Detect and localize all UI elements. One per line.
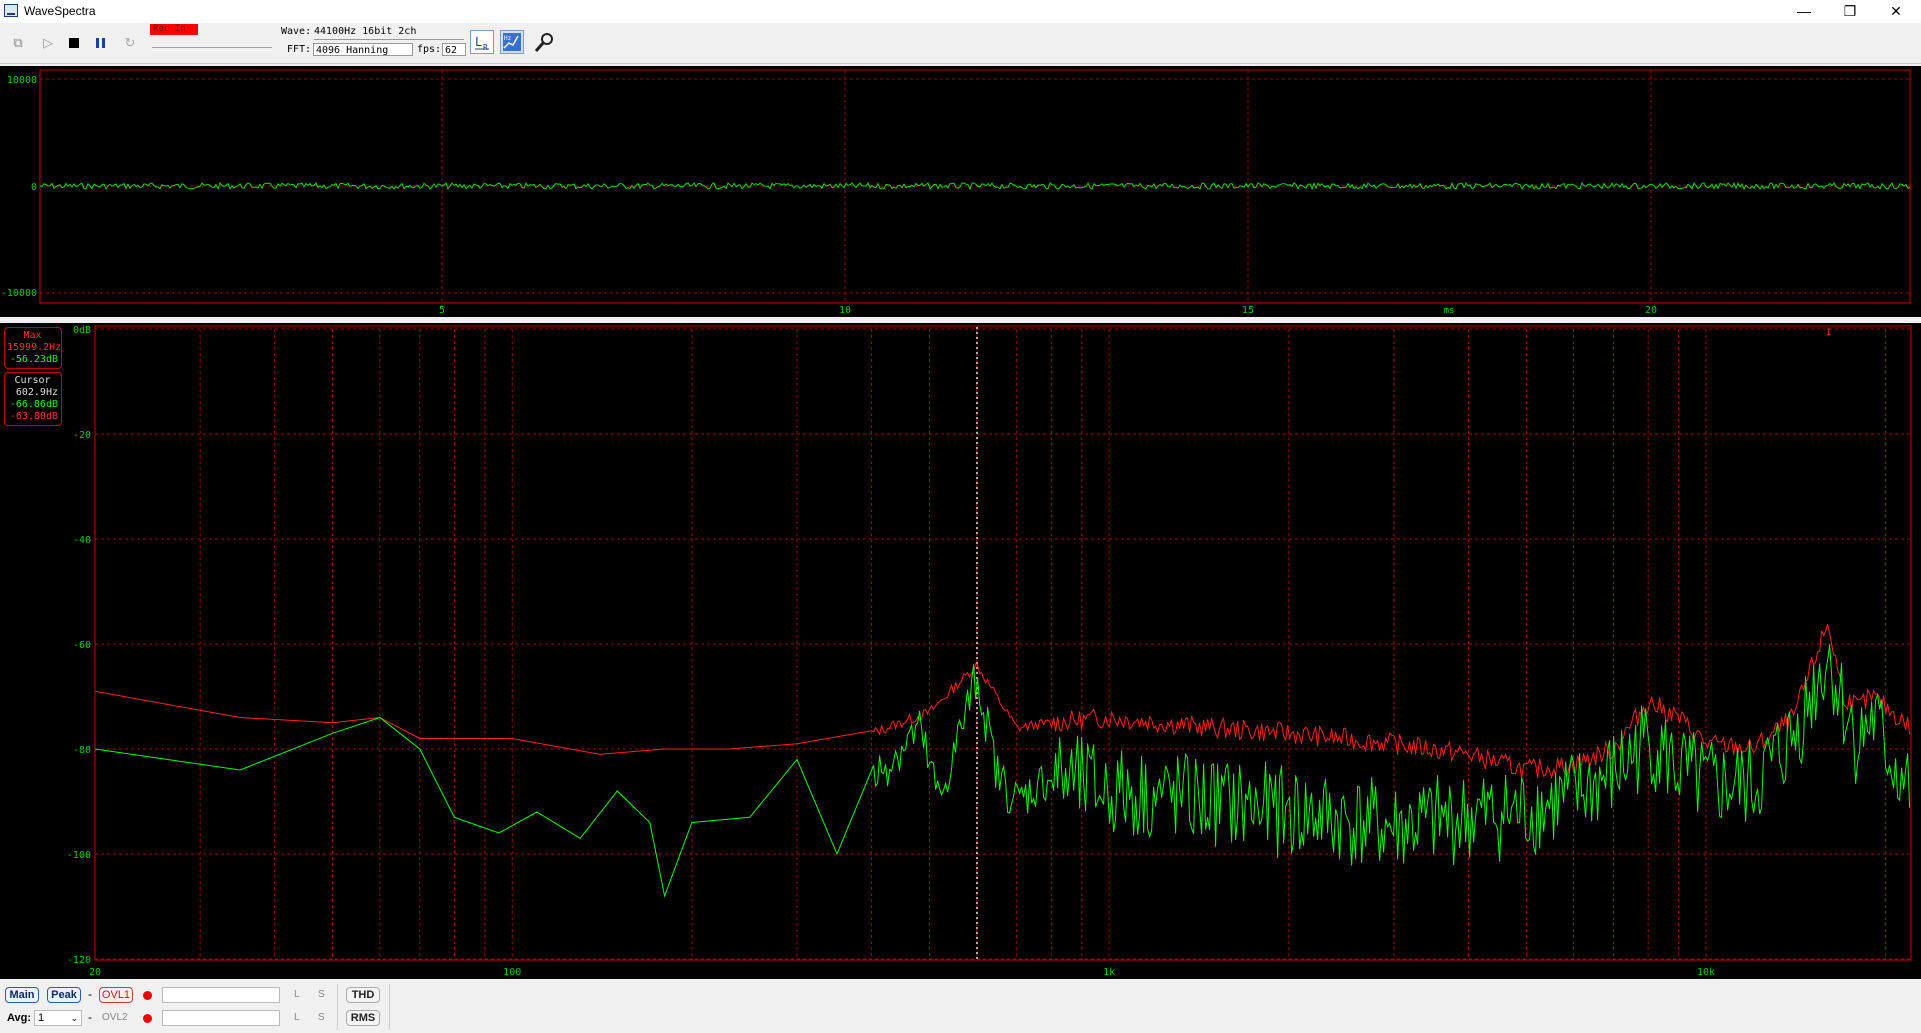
bottom-bar: Main Peak - OVL1 L S THD Avg: 1 ⌄ - OVL2… [0, 980, 1921, 1033]
ovl1-l-toggle[interactable]: L [294, 989, 300, 1000]
wave-label: Wave: [281, 26, 312, 37]
fps-value: 62 [442, 43, 466, 56]
fps-label: fps: [417, 44, 442, 55]
max-readout: Max 15999.2Hz -56.23dB [4, 327, 62, 369]
rec-in-label: Rec In [150, 24, 198, 35]
spectrum-y-tick: -20 [73, 430, 91, 441]
max-db: -56.23dB [9, 354, 58, 365]
wave-x-unit: ms [1444, 306, 1455, 316]
channel-lr-button[interactable]: LR [470, 30, 494, 54]
chevron-down-icon: ⌄ [70, 1013, 78, 1023]
spectrum-y-tick: -80 [73, 745, 91, 756]
svg-text:L: L [475, 35, 482, 49]
stop-icon [69, 38, 79, 48]
spectrum-legend: Max 15999.2Hz -56.23dB Cursor 602.9Hz -6… [4, 327, 62, 429]
spectrum-x-tick: 100 [503, 967, 521, 978]
divider [337, 984, 338, 1030]
spectrum-y-tick: -100 [67, 850, 91, 861]
toolbar: ⧉ ▷ ↻ Rec In Wave: 44100Hz 16bit 2ch FFT… [0, 23, 1921, 64]
input-level-slider[interactable] [152, 47, 272, 51]
divider [389, 984, 390, 1030]
spectrum-x-tick: 20 [89, 967, 101, 978]
max-label: Max [23, 330, 42, 341]
refresh-icon[interactable]: ↻ [120, 33, 140, 53]
ovl1-s-toggle[interactable]: S [318, 989, 325, 1000]
green-series-line [94, 644, 1911, 898]
ovl2-label: OVL2 [102, 1012, 128, 1023]
wave-y-tick: 10000 [7, 75, 37, 86]
waveform-panel: 10000 0 -10000 5 10 15 ms 20 [0, 66, 1921, 317]
wave-underline [314, 39, 464, 40]
cursor-freq: 602.9Hz [15, 387, 58, 398]
ovl1-dash: - [88, 987, 92, 1001]
wrench-button[interactable] [533, 32, 553, 52]
max-freq: 15999.2Hz [7, 342, 62, 353]
close-button[interactable]: ✕ [1873, 0, 1919, 23]
ovl2-record-icon[interactable] [143, 1014, 152, 1023]
spectrum-settings-button[interactable]: Hz [500, 30, 524, 54]
play-icon[interactable]: ▷ [38, 33, 58, 53]
wave-x-tick: 20 [1645, 305, 1657, 316]
spectrum-y-tick: -120 [67, 955, 91, 966]
red-series-line [94, 623, 1911, 780]
svg-text:Hz: Hz [504, 35, 512, 42]
wave-x-tick: 15 [1242, 305, 1254, 316]
peak-button[interactable]: Peak [47, 987, 81, 1003]
ovl2-l-toggle[interactable]: L [294, 1012, 300, 1023]
ovl1-field[interactable] [162, 987, 280, 1003]
window-title: WaveSpectra [24, 4, 96, 18]
avg-label: Avg: [7, 1012, 32, 1024]
ovl1-button[interactable]: OVL1 [99, 987, 133, 1003]
wave-x-tick: 10 [839, 305, 851, 316]
cursor-db-green: -66.86dB [9, 399, 58, 410]
avg-select[interactable]: 1 ⌄ [34, 1010, 82, 1026]
wave-y-tick: -10000 [1, 288, 37, 299]
copy-icon[interactable]: ⧉ [8, 33, 28, 53]
fft-setting-field[interactable]: 4096 Hanning [313, 43, 413, 56]
wave-x-tick: 5 [439, 305, 445, 316]
spectrum-x-tick: 10k [1697, 967, 1715, 978]
restore-button[interactable]: ❐ [1827, 0, 1873, 23]
channel-lr-icon: LR [475, 35, 489, 52]
avg-value: 1 [38, 1012, 45, 1024]
minimize-button[interactable]: — [1781, 0, 1827, 23]
spectrum-y-tick: -60 [73, 640, 91, 651]
title-bar: WaveSpectra — ❐ ✕ [0, 0, 1921, 23]
thd-button[interactable]: THD [346, 987, 380, 1003]
wave-y-tick: 0 [31, 182, 37, 193]
main-button[interactable]: Main [5, 987, 39, 1003]
ovl2-dash: - [88, 1010, 92, 1024]
wave-format-value: 44100Hz 16bit 2ch [314, 26, 417, 37]
spectrum-plot[interactable]: 0dB -20 -40 -60 -80 -100 -120 20 100 1k 10k I [0, 323, 1921, 979]
spectrum-y-tick: -40 [73, 535, 91, 546]
pause-icon [96, 38, 105, 48]
wrench-icon [534, 33, 553, 52]
cursor-db-red: -63.80dB [9, 411, 58, 422]
app-icon [4, 4, 18, 17]
spectrum-y-tick: 0dB [73, 325, 91, 336]
ovl2-field[interactable] [162, 1010, 280, 1026]
waveform-plot[interactable]: 10000 0 -10000 5 10 15 ms 20 [0, 66, 1921, 317]
spectrum-x-tick: 1k [1103, 967, 1115, 978]
cursor-label: Cursor [14, 375, 51, 386]
ovl1-record-icon[interactable] [143, 991, 152, 1000]
waveform-trace [39, 181, 1911, 191]
fft-label: FFT: [287, 44, 312, 55]
cursor-readout: Cursor 602.9Hz -66.86dB -63.80dB [4, 372, 62, 426]
pause-button[interactable] [91, 33, 111, 53]
rms-button[interactable]: RMS [346, 1010, 380, 1026]
stop-button[interactable] [64, 33, 84, 53]
ovl2-s-toggle[interactable]: S [318, 1012, 325, 1023]
spectrum-settings-icon: Hz [503, 33, 521, 51]
top-marker: I [1826, 328, 1831, 338]
svg-text:R: R [483, 43, 488, 52]
spectrum-panel: 0dB -20 -40 -60 -80 -100 -120 20 100 1k 10k I [0, 323, 1921, 979]
